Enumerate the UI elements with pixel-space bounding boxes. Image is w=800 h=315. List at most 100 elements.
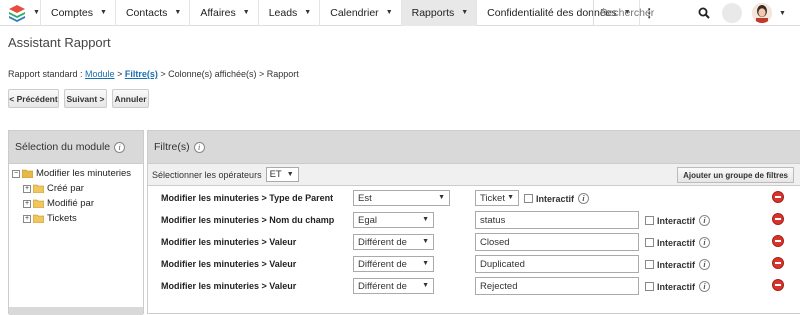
breadcrumb-separator: > (114, 69, 125, 79)
search-input[interactable] (594, 7, 690, 19)
remove-filter-icon[interactable] (772, 213, 784, 225)
tree-node-tickets[interactable]: + Tickets (12, 211, 143, 226)
logo-icon (9, 4, 25, 22)
nav-label: Calendrier (330, 6, 379, 19)
interactif-checkbox[interactable] (524, 194, 533, 203)
tree-node-label: Créé par (47, 183, 84, 194)
interactif-toggle[interactable]: Interactif i (645, 259, 711, 270)
previous-button[interactable]: < Précédent (8, 89, 59, 108)
filter-operator-select[interactable]: Différent de ▼ (353, 278, 434, 294)
info-icon[interactable]: i (114, 141, 126, 153)
user-avatar (752, 3, 772, 23)
expand-icon[interactable]: + (23, 199, 31, 208)
cancel-button[interactable]: Annuler (112, 89, 149, 108)
nav-item-leads[interactable]: Leads ▼ (257, 0, 320, 26)
remove-filter-icon[interactable] (772, 279, 784, 291)
filter-operator-select[interactable]: Est ▼ (353, 190, 450, 206)
filter-value-input[interactable]: Rejected (475, 277, 639, 295)
info-icon[interactable]: i (699, 237, 711, 248)
filters-panel-header: Filtre(s) i (148, 131, 800, 164)
tree-node-label: Modifier les minuteries (36, 168, 132, 179)
nav-item-contacts[interactable]: Contacts ▼ (114, 0, 189, 26)
tree-node-modifie-par[interactable]: + Modifié par (12, 196, 143, 211)
search-icon[interactable] (698, 7, 710, 19)
breadcrumb-link-module[interactable]: Module (85, 69, 115, 79)
folder-icon (33, 184, 44, 193)
filter-value-input[interactable]: Duplicated (475, 255, 639, 273)
filter-row: Modifier les minuteries > Valeur Différe… (148, 255, 800, 277)
info-icon[interactable]: i (699, 259, 711, 270)
tree-node-root[interactable]: − Modifier les minuteries (12, 166, 143, 181)
collapse-icon[interactable]: − (12, 169, 20, 178)
app-logo-menu[interactable]: ▼ (0, 0, 40, 26)
nav-item-comptes[interactable]: Comptes ▼ (40, 0, 115, 26)
interactif-checkbox[interactable] (645, 260, 654, 269)
top-navigation-bar: ▼ Comptes ▼ Contacts ▼ Affaires ▼ Leads ▼ Ca… (0, 0, 800, 26)
info-icon[interactable]: i (578, 193, 590, 204)
filter-operator-select[interactable]: Egal ▼ (353, 212, 434, 228)
expand-icon[interactable]: + (23, 214, 31, 223)
chevron-down-icon: ▼ (779, 9, 786, 17)
remove-filter-icon[interactable] (772, 257, 784, 269)
interactif-label: Interactif (657, 215, 696, 226)
info-icon[interactable]: i (699, 281, 711, 292)
notifications-avatar[interactable] (722, 3, 742, 23)
nav-label: Comptes (51, 6, 94, 19)
interactif-toggle[interactable]: Interactif i (645, 237, 711, 248)
info-icon[interactable]: i (193, 141, 205, 153)
filter-value: Ticket (480, 192, 505, 204)
filter-value-select[interactable]: Ticket ▼ (475, 190, 519, 206)
nav-label: Rapports (411, 6, 455, 19)
remove-filter-icon[interactable] (772, 235, 784, 247)
interactif-checkbox[interactable] (645, 238, 654, 247)
chevron-down-icon: ▼ (422, 282, 429, 289)
chevron-down-icon: ▼ (422, 260, 429, 267)
add-filter-group-button[interactable]: Ajouter un groupe de filtres (677, 167, 794, 183)
main-nav: Comptes ▼ Contacts ▼ Affaires ▼ Leads ▼ Cale… (40, 0, 659, 26)
chevron-down-icon: ▼ (242, 9, 250, 16)
interactif-toggle[interactable]: Interactif i (645, 215, 711, 226)
search-box (593, 0, 719, 26)
operators-bar: Sélectionner les opérateurs ET ▼ Ajouter… (148, 164, 800, 186)
interactif-label: Interactif (536, 193, 575, 204)
filters-panel: Filtre(s) i Sélectionner les opérateurs … (147, 130, 800, 314)
chevron-down-icon: ▼ (422, 216, 429, 223)
tree-node-cree-par[interactable]: + Créé par (12, 181, 143, 196)
chevron-down-icon: ▼ (385, 9, 393, 16)
module-tree: − Modifier les minuteries + Créé par + M… (9, 164, 143, 226)
filter-operator-select[interactable]: Différent de ▼ (353, 234, 434, 250)
filter-value-input[interactable]: Closed (475, 233, 639, 251)
interactif-checkbox[interactable] (645, 282, 654, 291)
chevron-down-icon: ▼ (304, 9, 312, 16)
filter-row: Modifier les minuteries > Valeur Différe… (148, 277, 800, 299)
next-button[interactable]: Suivant > (64, 89, 107, 108)
filter-field-label: Modifier les minuteries > Valeur (161, 237, 297, 247)
filter-operator-value: Différent de (358, 258, 407, 270)
interactif-toggle[interactable]: Interactif i (645, 281, 711, 292)
filter-operator-select[interactable]: Différent de ▼ (353, 256, 434, 272)
chevron-down-icon: ▼ (33, 9, 40, 16)
nav-item-calendrier[interactable]: Calendrier ▼ (319, 0, 400, 26)
filter-row: Modifier les minuteries > Valeur Différe… (148, 233, 800, 255)
chevron-down-icon: ▼ (422, 238, 429, 245)
nav-label: Affaires (200, 6, 236, 19)
filter-field-label: Modifier les minuteries > Type de Parent (161, 193, 334, 203)
info-icon[interactable]: i (699, 215, 711, 226)
breadcrumb-link-filtres[interactable]: Filtre(s) (125, 69, 158, 79)
interactif-checkbox[interactable] (645, 216, 654, 225)
operator-select[interactable]: ET ▼ (265, 167, 299, 182)
filter-value-input[interactable]: status (475, 211, 639, 229)
page-title: Assistant Rapport (8, 35, 111, 50)
filter-operator-value: Egal (358, 214, 378, 226)
filter-field-label: Modifier les minuteries > Valeur (161, 281, 297, 291)
chevron-down-icon: ▼ (100, 9, 107, 16)
remove-filter-icon[interactable] (772, 191, 784, 203)
expand-icon[interactable]: + (23, 184, 31, 193)
nav-item-affaires[interactable]: Affaires ▼ (189, 0, 257, 26)
module-selection-panel: Sélection du module i − Modifier les min… (8, 130, 144, 315)
interactif-label: Interactif (657, 259, 696, 270)
user-menu[interactable]: ▼ (752, 2, 800, 24)
nav-item-rapports[interactable]: Rapports ▼ (400, 0, 477, 26)
module-panel-title: Sélection du module (15, 141, 111, 153)
interactif-toggle[interactable]: Interactif i (524, 193, 590, 204)
